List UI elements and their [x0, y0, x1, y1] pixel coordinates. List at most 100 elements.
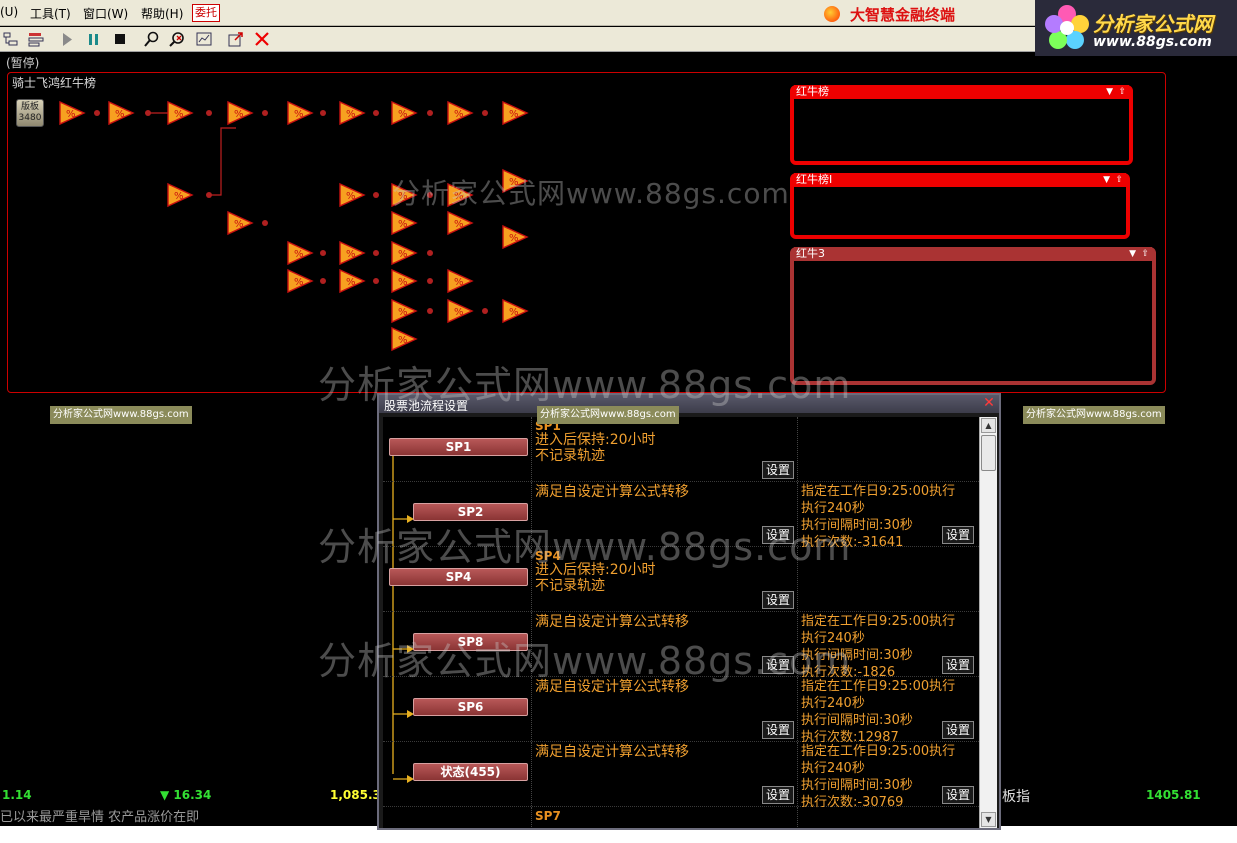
flow-node[interactable]: %: [287, 100, 314, 126]
condition-settings-button[interactable]: 设置: [762, 526, 794, 544]
flow-node[interactable]: %: [227, 100, 254, 126]
condition-settings-button[interactable]: 设置: [762, 591, 794, 609]
schedule-text: 执行240秒: [801, 501, 865, 516]
schedule-text: 执行240秒: [801, 631, 865, 646]
condition-settings-button[interactable]: 设置: [762, 786, 794, 804]
flow-node[interactable]: %: [502, 168, 529, 194]
red-list-1[interactable]: 红牛榜 ▼ ⇧: [790, 85, 1133, 165]
dialog-close-icon[interactable]: ✕: [982, 396, 996, 410]
dropdown-icon[interactable]: ▼: [1103, 173, 1110, 187]
pause-icon[interactable]: [84, 30, 104, 49]
trade-button[interactable]: 委托: [192, 4, 220, 22]
schedule-text: 执行间隔时间:30秒: [801, 518, 913, 533]
flow-node[interactable]: %: [447, 210, 474, 236]
flow-node[interactable]: %: [391, 298, 418, 324]
flow-row: SP8 满足自设定计算公式转移 指定在工作日9:25:00执行 执行240秒 执行间隔时…: [383, 612, 979, 680]
menu-item-u[interactable]: (U): [0, 5, 18, 19]
flow-node[interactable]: %: [59, 100, 86, 126]
flow-connector-dot: [373, 278, 379, 284]
red-list-1-title: 红牛榜: [796, 85, 829, 98]
flow-node[interactable]: %: [391, 326, 418, 352]
condition-settings-button[interactable]: 设置: [762, 656, 794, 674]
menu-item-tools[interactable]: 工具(T): [30, 5, 71, 22]
column-divider: [797, 742, 798, 806]
dropdown-icon[interactable]: ▼: [1106, 85, 1113, 99]
scroll-down-icon[interactable]: ▼: [981, 812, 996, 827]
condition-settings-button[interactable]: 设置: [762, 721, 794, 739]
flow-node[interactable]: %: [391, 100, 418, 126]
flow-node-glyph: %: [509, 109, 519, 120]
scroll-up-icon[interactable]: ▲: [981, 418, 996, 433]
schedule-text: 执行间隔时间:30秒: [801, 648, 913, 663]
flow-node-glyph: %: [509, 307, 519, 318]
flow-node[interactable]: %: [339, 182, 366, 208]
flow-node[interactable]: %: [447, 182, 474, 208]
condition-settings-button[interactable]: 设置: [762, 461, 794, 479]
menu-item-window[interactable]: 窗口(W): [83, 5, 128, 22]
schedule-text: 执行240秒: [801, 761, 865, 776]
schedule-text: 指定在工作日9:25:00执行: [801, 484, 956, 499]
flow-node[interactable]: %: [447, 100, 474, 126]
flow-node[interactable]: %: [339, 100, 366, 126]
schedule-text: 执行间隔时间:30秒: [801, 778, 913, 793]
scroll-thumb[interactable]: [981, 435, 996, 471]
flow-node-button[interactable]: SP4: [389, 568, 528, 586]
node-condition-text: 不记录轨迹: [535, 448, 605, 464]
flow-node-button[interactable]: SP6: [413, 698, 528, 716]
expand-icon[interactable]: ⇧: [1118, 85, 1126, 99]
node-condition-text: 满足自设定计算公式转移: [535, 679, 689, 695]
quote-value-3: 1,085.3: [330, 788, 381, 802]
news-ticker[interactable]: 已以来最严重旱情 农产品涨价在即: [0, 806, 380, 825]
tree-view-icon[interactable]: [1, 30, 21, 49]
flow-node-button[interactable]: SP2: [413, 503, 528, 521]
close-icon[interactable]: [252, 30, 272, 49]
flow-node[interactable]: %: [287, 240, 314, 266]
flow-node-glyph: %: [509, 233, 519, 244]
export-icon[interactable]: [226, 30, 246, 49]
dialog-titlebar[interactable]: 股票池流程设置 ✕: [379, 395, 999, 413]
flow-node[interactable]: %: [167, 182, 194, 208]
stop-icon[interactable]: [110, 30, 130, 49]
flow-node[interactable]: %: [391, 240, 418, 266]
flow-node[interactable]: %: [391, 210, 418, 236]
flow-row: SP7: [383, 807, 979, 828]
schedule-settings-button[interactable]: 设置: [942, 786, 974, 804]
flow-node[interactable]: %: [502, 100, 529, 126]
red-list-2[interactable]: 红牛榜I ▼ ⇧: [790, 173, 1130, 239]
flow-node[interactable]: %: [287, 268, 314, 294]
expand-icon[interactable]: ⇧: [1115, 173, 1123, 187]
schedule-settings-button[interactable]: 设置: [942, 526, 974, 544]
list-view-icon[interactable]: [26, 30, 46, 49]
flow-node[interactable]: %: [391, 268, 418, 294]
flow-node[interactable]: %: [447, 268, 474, 294]
schedule-settings-button[interactable]: 设置: [942, 656, 974, 674]
flow-node[interactable]: %: [227, 210, 254, 236]
flow-node-button[interactable]: SP8: [413, 633, 528, 651]
column-divider: [531, 677, 532, 741]
flow-node[interactable]: %: [502, 224, 529, 250]
flow-node[interactable]: %: [339, 268, 366, 294]
flow-node[interactable]: %: [108, 100, 135, 126]
flow-node[interactable]: %: [502, 298, 529, 324]
flow-connector-dot: [373, 250, 379, 256]
dialog-scrollbar[interactable]: ▲ ▼: [979, 417, 997, 828]
watermark-logo: 分析家公式网 www.88gs.com: [1035, 0, 1237, 56]
chart-icon[interactable]: [194, 30, 214, 49]
flow-node[interactable]: %: [391, 182, 418, 208]
flow-node-button[interactable]: 状态(455): [413, 763, 528, 781]
flow-node-button[interactable]: SP1: [389, 438, 528, 456]
flow-node[interactable]: %: [447, 298, 474, 324]
flow-node[interactable]: %: [339, 240, 366, 266]
play-icon[interactable]: [57, 30, 77, 49]
flow-node[interactable]: %: [167, 100, 194, 126]
expand-icon[interactable]: ⇧: [1141, 247, 1149, 261]
menu-item-help[interactable]: 帮助(H): [141, 5, 183, 22]
flow-node-glyph: %: [454, 277, 464, 288]
dropdown-icon[interactable]: ▼: [1129, 247, 1136, 261]
red-list-3[interactable]: 红牛3 ▼ ⇧: [790, 247, 1156, 385]
dialog-title: 股票池流程设置: [384, 399, 469, 413]
schedule-settings-button[interactable]: 设置: [942, 721, 974, 739]
search-icon[interactable]: [142, 30, 162, 49]
schedule-text: 指定在工作日9:25:00执行: [801, 614, 956, 629]
advanced-search-icon[interactable]: [168, 30, 188, 49]
